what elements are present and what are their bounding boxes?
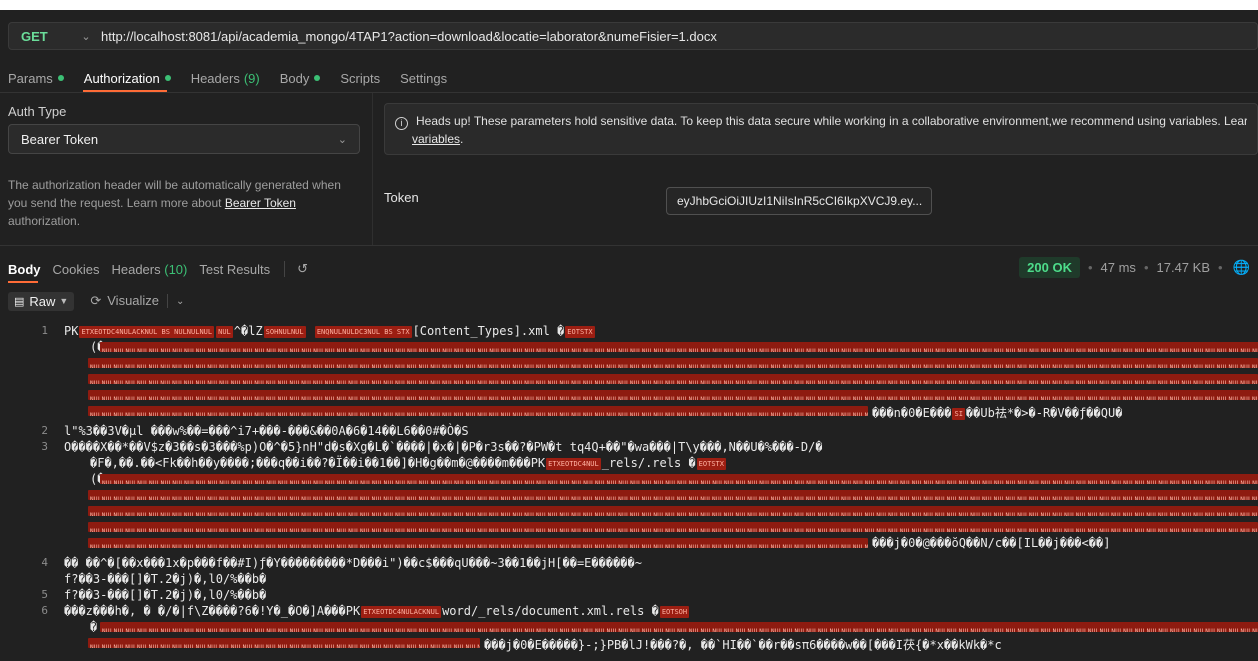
- tab-response-body[interactable]: Body: [8, 262, 41, 277]
- auth-type-label: Auth Type: [8, 104, 67, 119]
- tab-params[interactable]: Params: [8, 71, 64, 86]
- url-bar[interactable]: GET ⌄ http://localhost:8081/api/academia…: [8, 22, 1258, 50]
- divider: [0, 245, 1258, 246]
- null-bytes-run: [88, 374, 1258, 384]
- divider: [167, 294, 169, 308]
- null-bytes-run: [88, 506, 1258, 516]
- tab-authorization[interactable]: Authorization: [84, 71, 171, 86]
- visualize-button[interactable]: ⟳ Visualize: [90, 293, 159, 309]
- divider: [284, 261, 286, 277]
- status-dot: [164, 75, 171, 81]
- window-top-strip: [0, 0, 1258, 10]
- divider: [0, 92, 1258, 93]
- null-bytes-run: [100, 342, 1258, 352]
- tab-body[interactable]: Body: [280, 71, 321, 86]
- tab-scripts[interactable]: Scripts: [340, 71, 380, 86]
- variables-link[interactable]: variables: [412, 132, 460, 146]
- null-bytes-run: [88, 406, 868, 416]
- response-tabs: Body Cookies Headers (10) Test Results ↺: [8, 258, 308, 280]
- response-size[interactable]: 17.47 KB: [1157, 260, 1211, 275]
- method-select[interactable]: GET: [9, 29, 71, 44]
- visualize-icon: ⟳: [90, 293, 102, 308]
- auth-description: The authorization header will be automat…: [8, 178, 341, 228]
- auth-type-value: Bearer Token: [21, 131, 99, 147]
- tab-test-results[interactable]: Test Results: [199, 262, 270, 277]
- null-bytes-run: [88, 638, 480, 648]
- null-bytes-run: [100, 622, 1258, 632]
- token-label: Token: [384, 190, 419, 205]
- token-input[interactable]: eyJhbGciOiJIUzI1NiIsInR5cCI6IkpXVCJ9.ey.…: [666, 187, 932, 215]
- null-bytes-run: [88, 522, 1258, 532]
- tab-cookies[interactable]: Cookies: [53, 262, 100, 277]
- divider: [372, 93, 373, 245]
- chevron-down-icon: ▼: [59, 296, 69, 306]
- null-bytes-run: [88, 390, 1258, 400]
- null-bytes-run: [88, 538, 868, 548]
- history-icon[interactable]: ↺: [297, 261, 308, 277]
- chevron-down-icon: ⌄: [337, 133, 347, 146]
- format-select[interactable]: ▤ Raw ▼: [8, 291, 75, 311]
- chevron-down-icon[interactable]: ⌄: [176, 296, 184, 307]
- tab-response-headers[interactable]: Headers (10): [111, 262, 187, 277]
- active-tab-indicator: [8, 281, 38, 283]
- auth-type-select[interactable]: Bearer Token ⌄: [8, 124, 360, 154]
- tab-headers[interactable]: Headers (9): [191, 71, 260, 86]
- null-bytes-run: [88, 490, 1258, 500]
- status-dot: [57, 75, 64, 81]
- tab-settings[interactable]: Settings: [400, 71, 447, 86]
- status-dot: [314, 75, 321, 81]
- null-bytes-run: [100, 474, 1258, 484]
- globe-icon[interactable]: 🌐: [1233, 259, 1250, 276]
- bearer-token-link[interactable]: Bearer Token: [225, 196, 296, 210]
- info-icon: i: [395, 117, 408, 130]
- response-toolbar: ▤ Raw ▼ ⟳ Visualize ⌄: [8, 290, 184, 312]
- response-time[interactable]: 47 ms: [1101, 260, 1136, 275]
- url-input[interactable]: http://localhost:8081/api/academia_mongo…: [101, 29, 717, 44]
- response-body-viewer[interactable]: 1 PK ETXEOTDC4NULACKNUL BS NULNULNUL NUL ^�…: [0, 320, 1258, 661]
- status-badge[interactable]: 200 OK: [1019, 257, 1080, 278]
- request-tabs: Params Authorization Headers (9) Body Scr…: [8, 66, 467, 90]
- document-icon: ▤: [14, 295, 25, 308]
- chevron-down-icon[interactable]: ⌄: [71, 30, 101, 43]
- response-meta: 200 OK • 47 ms • 17.47 KB • 🌐: [1019, 257, 1250, 278]
- null-bytes-run: [88, 358, 1258, 368]
- sensitive-data-notice: i Heads up! These parameters hold sensiti…: [384, 103, 1258, 155]
